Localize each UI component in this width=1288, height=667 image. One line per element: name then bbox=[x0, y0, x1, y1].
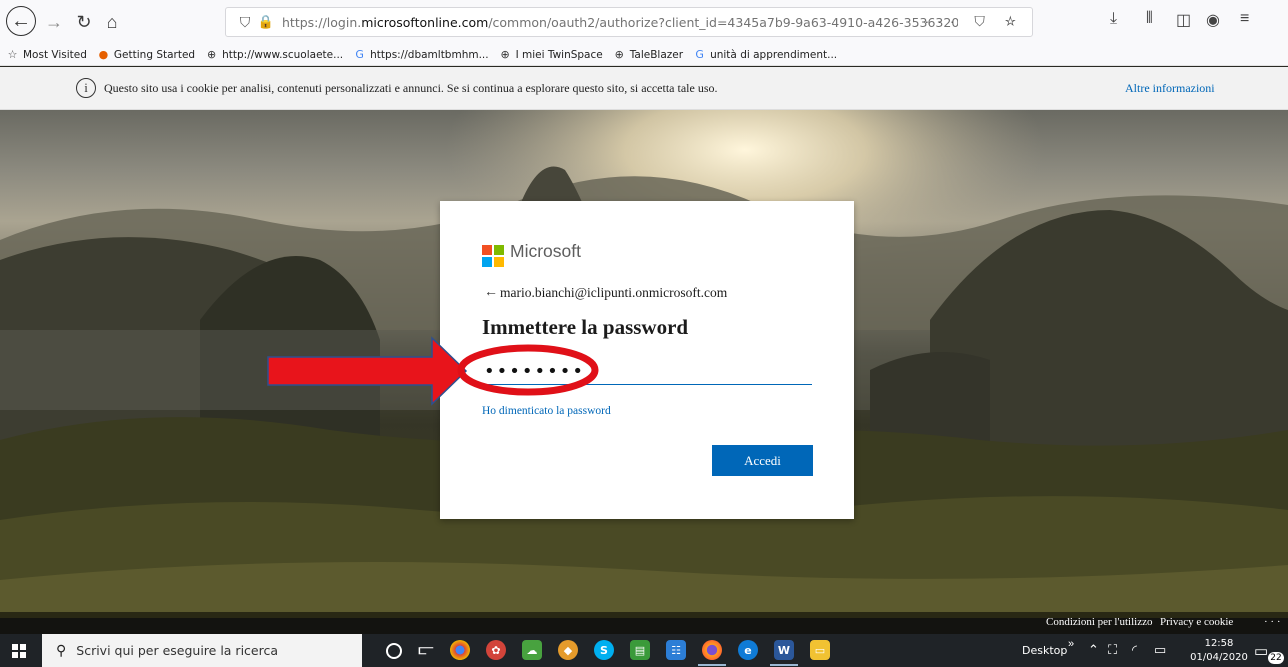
login-card: Microsoft ← mario.bianchi@iclipunti.onmi… bbox=[440, 201, 854, 519]
logo-square-red bbox=[482, 245, 492, 255]
chrome-icon[interactable] bbox=[450, 640, 470, 660]
bookmark-favicon-icon: G bbox=[695, 48, 704, 61]
home-icon[interactable]: ⌂ bbox=[98, 8, 126, 36]
clock-time[interactable]: 12:58 bbox=[1194, 638, 1244, 649]
cookie-banner: i Questo sito usa i cookie per analisi, … bbox=[0, 67, 1288, 110]
skype-icon[interactable]: S bbox=[594, 640, 614, 660]
brand-name: Microsoft bbox=[510, 241, 581, 261]
sign-in-button[interactable]: Accedi bbox=[712, 445, 813, 476]
cortana-icon[interactable] bbox=[386, 643, 402, 659]
dropbox-icon[interactable]: ⛶ bbox=[1108, 642, 1117, 658]
clock-date[interactable]: 01/04/2020 bbox=[1186, 652, 1252, 663]
bookmark-favicon-icon: ⊕ bbox=[614, 48, 624, 61]
bookmark-label: I miei TwinSpace bbox=[515, 48, 603, 61]
app-gamemaker-icon[interactable]: ◆ bbox=[558, 640, 578, 660]
page-actions-icon[interactable]: ··· ⛉ ☆ bbox=[925, 13, 1024, 30]
url-text[interactable]: https://login.microsoftonline.com/common… bbox=[282, 15, 958, 30]
bookmark-item[interactable]: ⊕ I miei TwinSpace bbox=[499, 48, 603, 61]
bookmark-favicon-icon: ⊕ bbox=[207, 48, 217, 61]
page-title: Immettere la password bbox=[482, 315, 689, 339]
bookmark-label: unità di apprendiment... bbox=[710, 48, 838, 61]
task-view-icon[interactable]: ⫍ bbox=[416, 640, 436, 660]
forward-arrow-icon[interactable]: → bbox=[40, 8, 68, 36]
password-field[interactable] bbox=[482, 359, 812, 385]
bookmark-favicon-icon: ⊕ bbox=[500, 48, 510, 61]
file-explorer-icon[interactable]: ▭ bbox=[810, 640, 830, 660]
back-arrow-icon[interactable]: ← bbox=[484, 283, 498, 299]
bookmark-item[interactable]: Ghttps://dbamltbmhm... bbox=[353, 48, 488, 61]
logo-square-green bbox=[494, 245, 504, 255]
privacy-link[interactable]: Privacy e cookie bbox=[1160, 616, 1233, 628]
bookmark-item[interactable]: ⊕ TaleBlazer bbox=[613, 48, 683, 61]
tracking-shield-icon[interactable]: ⛉ bbox=[234, 14, 256, 31]
browser-toolbar: ← → ↻ ⌂ ⛉ 🔒 https://login.microsoftonlin… bbox=[0, 0, 1288, 44]
bookmarks-toolbar: ☆ Most Visited ● Getting Started ⊕ http://www… bbox=[0, 44, 1288, 66]
logo-square-blue bbox=[482, 257, 492, 267]
cookie-text: Questo sito usa i cookie per analisi, co… bbox=[104, 81, 718, 95]
address-bar[interactable]: ⛉ 🔒 https://login.microsoftonline.com/co… bbox=[225, 7, 1033, 37]
desktop-toolbar-label[interactable]: Desktop bbox=[1022, 644, 1067, 657]
chevron-up-icon[interactable]: ⌃ bbox=[1088, 642, 1099, 658]
edge-icon[interactable]: e bbox=[738, 640, 758, 660]
lock-icon[interactable]: 🔒 bbox=[256, 14, 276, 30]
bookmark-label: TaleBlazer bbox=[629, 48, 684, 61]
bookmark-label: https://dbamltbmhm... bbox=[370, 48, 489, 61]
bookmark-item[interactable]: ⊕ http://www.scuolaete... bbox=[205, 48, 343, 61]
info-icon: i bbox=[76, 78, 96, 98]
bookmark-favicon-icon: ● bbox=[98, 48, 109, 61]
app-green-icon[interactable]: ☁ bbox=[522, 640, 542, 660]
menu-icon[interactable]: ≡ bbox=[1240, 10, 1249, 28]
logo-square-yellow bbox=[494, 257, 504, 267]
battery-icon[interactable]: ▭ bbox=[1154, 642, 1166, 658]
sidebar-icon[interactable]: ◫ bbox=[1176, 10, 1191, 30]
microsoft-logo-icon bbox=[482, 245, 504, 267]
windows-taskbar: ⚲ Scrivi qui per eseguire la ricerca ⫍ ✿… bbox=[0, 634, 1288, 667]
notification-icon[interactable]: ▭ bbox=[1254, 642, 1268, 660]
bookmark-item[interactable]: ☆ Most Visited bbox=[6, 48, 87, 61]
account-email[interactable]: mario.bianchi@iclipunti.onmicrosoft.com bbox=[500, 285, 727, 301]
bookmark-label: http://www.scuolaete... bbox=[222, 48, 344, 61]
word-icon[interactable]: W bbox=[770, 640, 798, 666]
account-icon[interactable]: ◉ bbox=[1206, 10, 1220, 30]
wifi-icon[interactable]: ◜ bbox=[1132, 642, 1137, 658]
bookmark-favicon-icon: ☆ bbox=[7, 48, 18, 61]
toolbar-expand-icon[interactable]: » bbox=[1068, 638, 1074, 650]
bookmark-item[interactable]: Gunità di apprendiment... bbox=[693, 48, 837, 61]
windows-start-icon[interactable] bbox=[12, 644, 26, 658]
cookie-more-info-link[interactable]: Altre informazioni bbox=[1125, 81, 1215, 96]
bookmark-item[interactable]: ● Getting Started bbox=[97, 48, 196, 61]
library-icon[interactable]: ⫴ bbox=[1146, 10, 1153, 28]
search-placeholder: Scrivi qui per eseguire la ricerca bbox=[76, 643, 278, 658]
bookmark-label: Getting Started bbox=[113, 48, 196, 61]
firefox-icon[interactable] bbox=[698, 640, 726, 666]
more-options-link[interactable]: · · · bbox=[1264, 616, 1281, 628]
bookmark-label: Most Visited bbox=[23, 48, 87, 61]
app-teams-icon[interactable]: ☷ bbox=[666, 640, 686, 660]
forgot-password-link[interactable]: Ho dimenticato la password bbox=[482, 405, 611, 417]
search-icon: ⚲ bbox=[56, 642, 67, 658]
download-icon[interactable]: ⤓ bbox=[1110, 10, 1117, 28]
terms-link[interactable]: Condizioni per l'utilizzo bbox=[1046, 616, 1152, 628]
notification-count-badge: 22 bbox=[1268, 652, 1284, 664]
app-rose-icon[interactable]: ✿ bbox=[486, 640, 506, 660]
back-arrow-icon[interactable]: ← bbox=[6, 6, 36, 36]
bookmark-favicon-icon: G bbox=[355, 48, 364, 61]
reload-icon[interactable]: ↻ bbox=[70, 8, 98, 36]
app-notes-icon[interactable]: ▤ bbox=[630, 640, 650, 660]
taskbar-search-box[interactable]: ⚲ Scrivi qui per eseguire la ricerca bbox=[42, 634, 362, 667]
